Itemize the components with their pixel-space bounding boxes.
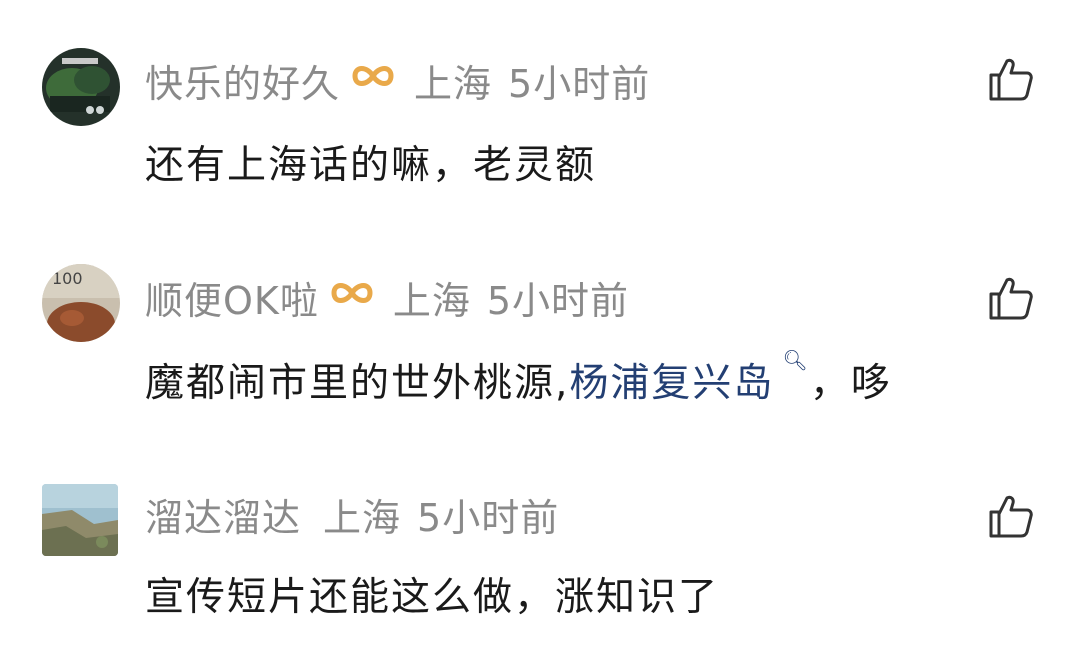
- thumbs-up-icon[interactable]: [987, 274, 1035, 322]
- location: 上海: [392, 278, 471, 323]
- comment-meta: 顺便OK啦 上海 5小时前: [145, 273, 629, 323]
- comment-meta: 快乐的好久 上海 5小时前: [145, 56, 650, 106]
- comment-text-before: 魔都闹市里的世外桃源,: [145, 361, 570, 406]
- thumbs-up-icon[interactable]: [987, 492, 1035, 540]
- comment-item: 100 顺便OK啦 上海 5小时前 魔都闹市里的世外桃源,杨浦复兴岛 🔍︎，哆: [0, 218, 1080, 418]
- comment-item: 溜达溜达 上海 5小时前 宣传短片还能这么做，涨知识了: [0, 436, 1080, 636]
- comment-text-after: ，哆: [809, 361, 892, 406]
- username[interactable]: 快乐的好久: [145, 53, 340, 108]
- avatar[interactable]: 100: [42, 264, 120, 342]
- comment-text: 宣传短片还能这么做，涨知识了: [145, 575, 720, 620]
- location: 上海: [323, 495, 402, 540]
- infinity-badge-icon: [329, 275, 375, 320]
- svg-text:100: 100: [52, 269, 83, 288]
- avatar[interactable]: [42, 48, 120, 126]
- comment-meta: 溜达溜达 上海 5小时前: [145, 490, 559, 540]
- timestamp: 5小时前: [417, 495, 560, 540]
- username[interactable]: 顺便OK啦: [145, 270, 319, 325]
- infinity-badge-icon: [350, 58, 396, 103]
- avatar[interactable]: [42, 484, 118, 556]
- comment-text: 魔都闹市里的世外桃源,杨浦复兴岛 🔍︎，哆: [145, 348, 892, 408]
- thumbs-up-icon[interactable]: [987, 55, 1035, 103]
- timestamp: 5小时前: [508, 61, 651, 106]
- topic-link[interactable]: 杨浦复兴岛: [569, 361, 774, 406]
- comment-item: 快乐的好久 上海 5小时前 还有上海话的嘛，老灵额: [0, 0, 1080, 200]
- location: 上海: [414, 61, 493, 106]
- comment-text: 还有上海话的嘛，老灵额: [145, 143, 597, 188]
- username[interactable]: 溜达溜达: [145, 487, 301, 542]
- timestamp: 5小时前: [486, 278, 630, 323]
- search-icon[interactable]: 🔍︎: [782, 348, 809, 372]
